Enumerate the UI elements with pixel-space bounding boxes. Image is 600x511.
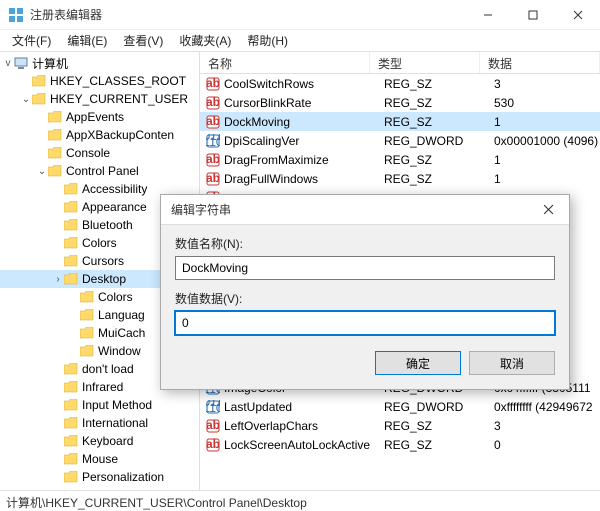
- svg-text:ab: ab: [206, 153, 220, 166]
- close-button[interactable]: [555, 0, 600, 30]
- app-icon: [8, 7, 24, 23]
- status-path: 计算机\HKEY_CURRENT_USER\Control Panel\Desk…: [6, 496, 307, 510]
- dialog-title: 编辑字符串: [171, 201, 527, 218]
- value-name-label: 数值名称(N):: [175, 235, 555, 252]
- tree-item[interactable]: Mouse: [0, 450, 199, 468]
- list-row[interactable]: abDockMovingREG_SZ1: [200, 112, 600, 131]
- list-row[interactable]: abDragFullWindowsREG_SZ1: [200, 169, 600, 188]
- col-data[interactable]: 数据: [480, 52, 600, 73]
- minimize-button[interactable]: [465, 0, 510, 30]
- list-row[interactable]: abLeftOverlapCharsREG_SZ3: [200, 416, 600, 435]
- list-row[interactable]: abLockScreenAutoLockActiveREG_SZ0: [200, 435, 600, 454]
- tree-item[interactable]: AppEvents: [0, 108, 199, 126]
- svg-text:ab: ab: [206, 419, 220, 432]
- svg-text:110: 110: [206, 401, 220, 414]
- ok-button[interactable]: 确定: [375, 351, 461, 375]
- cancel-button[interactable]: 取消: [469, 351, 555, 375]
- menubar: 文件(F) 编辑(E) 查看(V) 收藏夹(A) 帮助(H): [0, 30, 600, 52]
- tree-item[interactable]: Console: [0, 144, 199, 162]
- list-row[interactable]: abCoolSwitchRowsREG_SZ3: [200, 74, 600, 93]
- menu-favorites[interactable]: 收藏夹(A): [171, 30, 239, 51]
- tree-item[interactable]: Input Method: [0, 396, 199, 414]
- tree-root[interactable]: v计算机: [0, 54, 199, 72]
- value-name-input[interactable]: [175, 256, 555, 280]
- list-header: 名称 类型 数据: [200, 52, 600, 74]
- tree-item[interactable]: Personalization: [0, 468, 199, 486]
- window-title: 注册表编辑器: [30, 6, 465, 23]
- menu-file[interactable]: 文件(F): [4, 30, 59, 51]
- svg-text:110: 110: [206, 135, 220, 148]
- list-row[interactable]: abCursorBlinkRateREG_SZ530: [200, 93, 600, 112]
- col-type[interactable]: 类型: [370, 52, 480, 73]
- tree-item[interactable]: Keyboard: [0, 432, 199, 450]
- dialog-body: 数值名称(N): 数值数据(V): 确定 取消: [161, 225, 569, 389]
- tree-item[interactable]: AppXBackupConten: [0, 126, 199, 144]
- menu-help[interactable]: 帮助(H): [239, 30, 296, 51]
- svg-text:ab: ab: [206, 77, 220, 90]
- statusbar: 计算机\HKEY_CURRENT_USER\Control Panel\Desk…: [0, 490, 600, 511]
- value-data-label: 数值数据(V):: [175, 290, 555, 307]
- value-data-input[interactable]: [175, 311, 555, 335]
- list-row[interactable]: abDragFromMaximizeREG_SZ1: [200, 150, 600, 169]
- dialog-buttons: 确定 取消: [175, 351, 555, 375]
- edit-string-dialog: 编辑字符串 数值名称(N): 数值数据(V): 确定 取消: [160, 194, 570, 390]
- svg-text:ab: ab: [206, 115, 220, 128]
- tree-item[interactable]: HKEY_CLASSES_ROOT: [0, 72, 199, 90]
- maximize-button[interactable]: [510, 0, 555, 30]
- dialog-titlebar: 编辑字符串: [161, 195, 569, 225]
- list-row[interactable]: 011110LastUpdatedREG_DWORD0xffffffff (42…: [200, 397, 600, 416]
- menu-edit[interactable]: 编辑(E): [59, 30, 115, 51]
- window-controls: [465, 0, 600, 30]
- dialog-close-button[interactable]: [527, 195, 569, 225]
- tree-item[interactable]: ⌄Control Panel: [0, 162, 199, 180]
- tree-item[interactable]: International: [0, 414, 199, 432]
- list-row[interactable]: 011110DpiScalingVerREG_DWORD0x00001000 (…: [200, 131, 600, 150]
- svg-text:ab: ab: [206, 438, 220, 451]
- tree-item[interactable]: ⌄HKEY_CURRENT_USER: [0, 90, 199, 108]
- menu-view[interactable]: 查看(V): [115, 30, 171, 51]
- svg-text:ab: ab: [206, 172, 220, 185]
- titlebar: 注册表编辑器: [0, 0, 600, 30]
- svg-text:ab: ab: [206, 96, 220, 109]
- col-name[interactable]: 名称: [200, 52, 370, 73]
